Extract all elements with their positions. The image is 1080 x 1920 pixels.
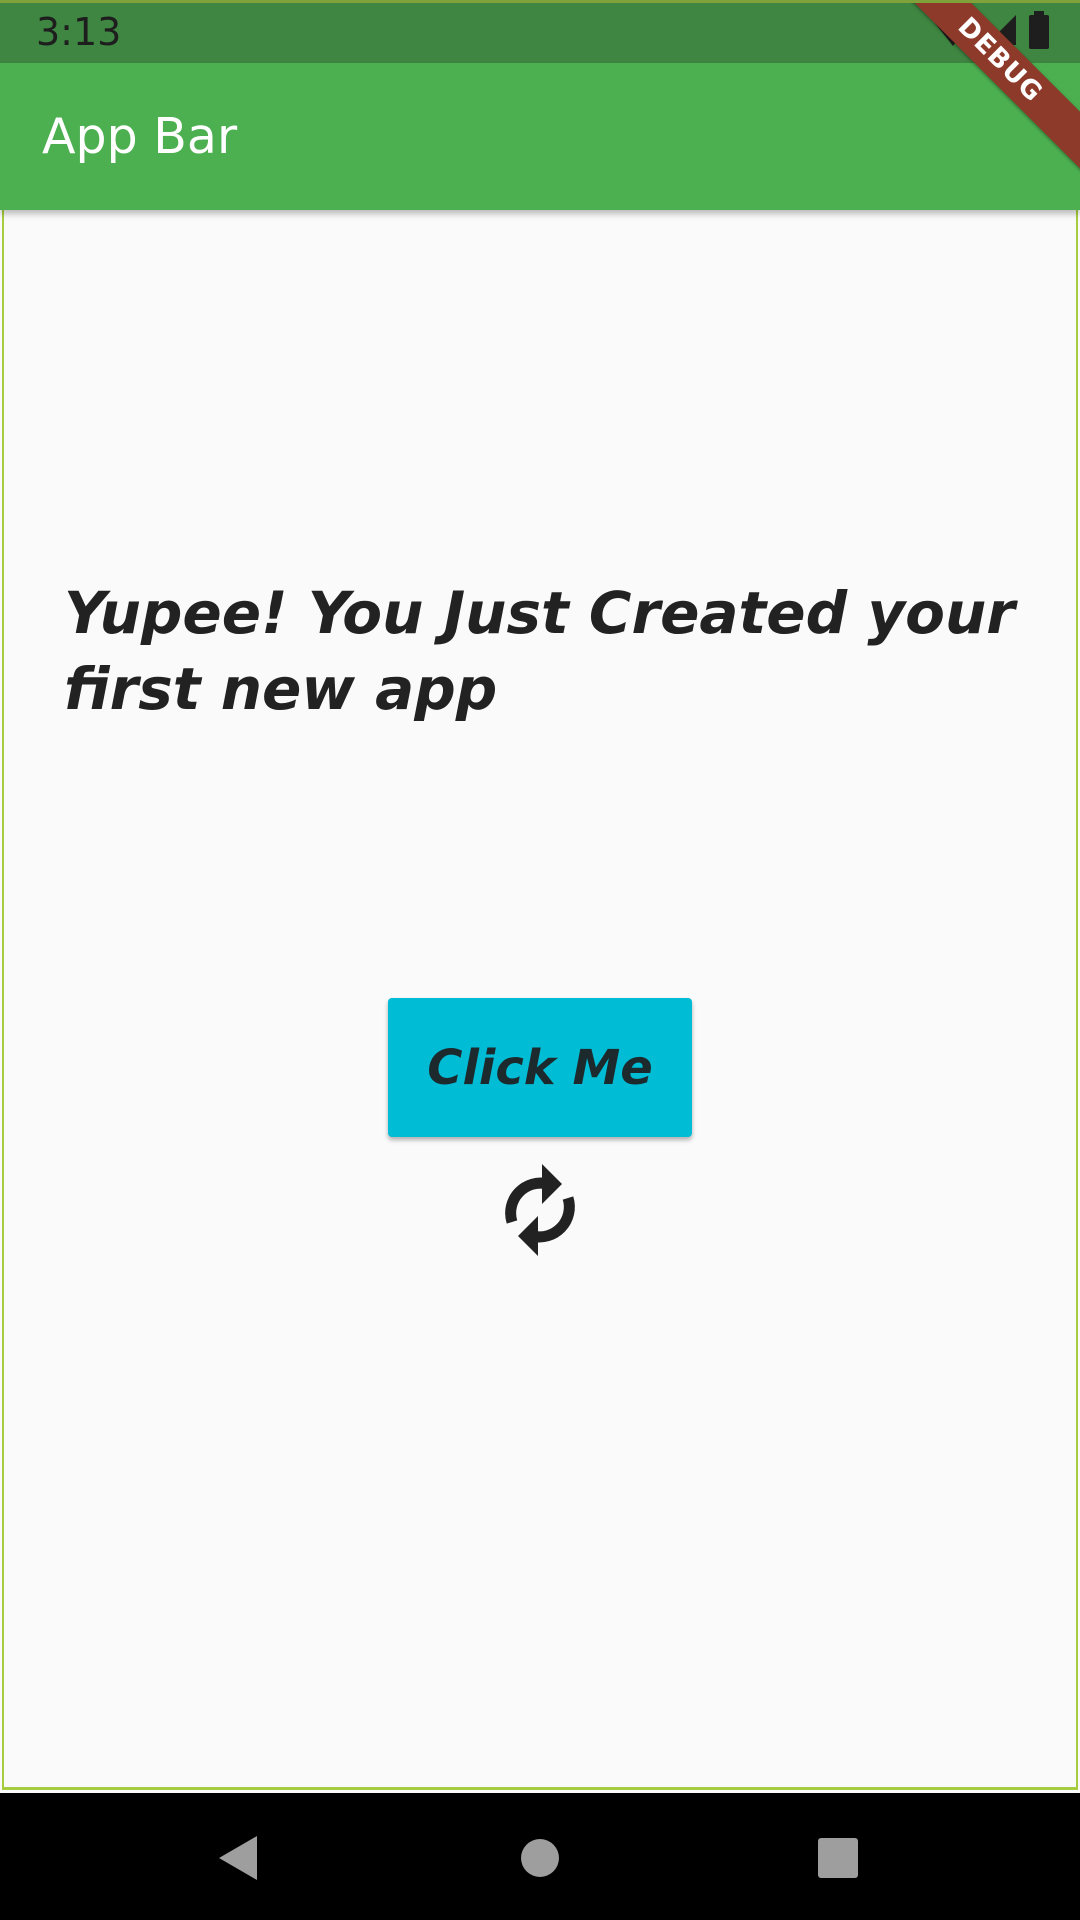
phone-screen: 3:13 App Bar DEBUG Yupee! You Just Creat… bbox=[0, 0, 1080, 1920]
click-me-button[interactable]: Click Me bbox=[388, 998, 692, 1137]
status-bar: 3:13 bbox=[0, 0, 1080, 63]
headline-text: Yupee! You Just Created your first new a… bbox=[64, 579, 1015, 723]
frame-border bbox=[0, 0, 1080, 3]
app-bar: App Bar bbox=[0, 63, 1080, 210]
home-icon[interactable] bbox=[505, 1823, 575, 1893]
back-icon[interactable] bbox=[203, 1823, 273, 1893]
battery-icon bbox=[1028, 11, 1050, 53]
status-time: 3:13 bbox=[36, 10, 122, 54]
sync-icon[interactable] bbox=[498, 1162, 582, 1258]
app-bar-title: App Bar bbox=[42, 108, 238, 165]
recents-icon[interactable] bbox=[803, 1823, 873, 1893]
navigation-bar bbox=[0, 1793, 1080, 1920]
